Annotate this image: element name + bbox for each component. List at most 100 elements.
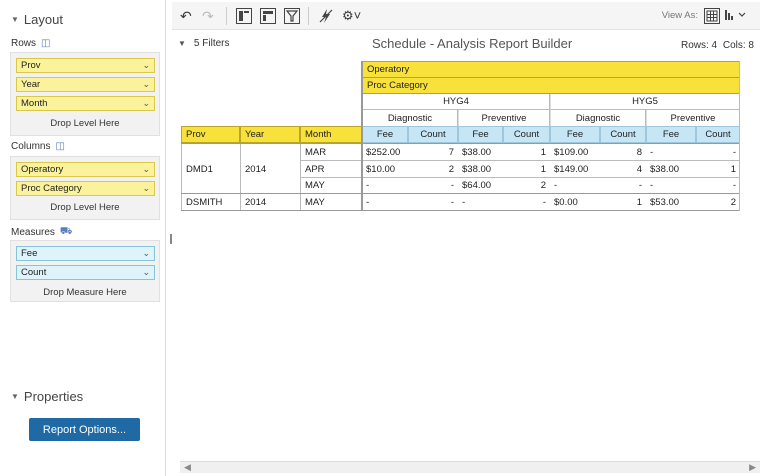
measures-drop-zone[interactable]: Fee ⌄ Count ⌄ Drop Measure Here <box>10 240 160 302</box>
value-cell[interactable]: - <box>646 177 696 193</box>
filter-icon[interactable] <box>284 8 300 24</box>
panel-splitter-handle[interactable] <box>170 234 172 244</box>
measure-header-count[interactable]: Count <box>696 126 740 143</box>
category-hyg4-preventive[interactable]: Preventive <box>458 110 550 126</box>
scroll-left-icon[interactable]: ◀ <box>184 462 191 473</box>
value-cell[interactable]: $53.00 <box>646 194 696 210</box>
measure-header-count[interactable]: Count <box>503 126 550 143</box>
collapse-triangle-icon[interactable]: ▼ <box>178 39 186 48</box>
filters-count: 5 Filters <box>193 38 230 49</box>
column-chip-operatory[interactable]: Operatory ⌄ <box>16 162 155 177</box>
column-chip-proc-category[interactable]: Proc Category ⌄ <box>16 181 155 196</box>
value-cell[interactable]: 1 <box>696 161 740 177</box>
chevron-down-icon[interactable]: ⌄ <box>142 79 150 90</box>
table-panel-icon[interactable] <box>260 8 276 24</box>
measure-header-fee[interactable]: Fee <box>646 126 696 143</box>
rows-drop-zone[interactable]: Prov ⌄ Year ⌄ Month ⌄ Drop Level Here <box>10 52 160 136</box>
chevron-down-icon[interactable]: ⌄ <box>142 98 150 109</box>
chevron-down-icon[interactable]: ⌄ <box>142 267 150 278</box>
col-dim-operatory-header[interactable]: Operatory <box>362 61 740 78</box>
measure-chip-fee[interactable]: Fee ⌄ <box>16 246 155 261</box>
row-year-2014[interactable]: 2014 <box>240 194 300 210</box>
value-cell[interactable]: - <box>696 177 740 193</box>
value-cell[interactable]: - <box>362 177 408 193</box>
measure-header-count[interactable]: Count <box>600 126 646 143</box>
row-month[interactable]: APR <box>300 161 362 177</box>
horizontal-scrollbar[interactable]: ◀ ▶ <box>180 461 760 473</box>
measure-header-fee[interactable]: Fee <box>458 126 503 143</box>
category-hyg5-preventive[interactable]: Preventive <box>646 110 740 126</box>
lightning-off-icon[interactable] <box>318 8 334 27</box>
row-chip-month[interactable]: Month ⌄ <box>16 96 155 111</box>
layout-panel-icon[interactable] <box>236 8 252 24</box>
row-header-prov[interactable]: Prov <box>181 126 240 143</box>
redo-icon[interactable]: ↷ <box>202 8 214 24</box>
value-cell[interactable]: $109.00 <box>550 144 600 160</box>
row-month[interactable]: MAY <box>300 194 362 210</box>
undo-icon[interactable]: ↶ <box>180 8 192 24</box>
value-cell[interactable]: - <box>696 144 740 160</box>
chevron-down-icon[interactable]: ⌄ <box>142 248 150 259</box>
value-cell[interactable]: $10.00 <box>362 161 408 177</box>
value-cell[interactable]: $38.00 <box>458 144 503 160</box>
row-prov-dsmith[interactable]: DSMITH <box>181 194 240 210</box>
operatory-hyg5[interactable]: HYG5 <box>550 94 740 110</box>
row-month[interactable]: MAR <box>300 144 362 160</box>
value-cell[interactable]: - <box>600 177 646 193</box>
row-prov-dmd1[interactable]: DMD1 <box>181 144 240 194</box>
chevron-down-icon[interactable]: ⌄ <box>142 60 150 71</box>
value-cell[interactable]: 2 <box>503 177 550 193</box>
filters-toggle[interactable]: ▼ 5 Filters <box>178 38 229 49</box>
properties-section-header[interactable]: ▼ Properties <box>11 389 83 404</box>
layout-section-header[interactable]: ▼ Layout <box>11 12 63 27</box>
collapse-triangle-icon[interactable]: ▼ <box>11 15 19 24</box>
operatory-hyg4[interactable]: HYG4 <box>362 94 550 110</box>
row-year-2014[interactable]: 2014 <box>240 144 300 194</box>
chip-label: Prov <box>21 60 41 71</box>
value-cell[interactable]: $149.00 <box>550 161 600 177</box>
chevron-down-icon[interactable]: ⌄ <box>142 164 150 175</box>
row-chip-prov[interactable]: Prov ⌄ <box>16 58 155 73</box>
value-cell[interactable]: 1 <box>600 194 646 210</box>
report-options-button[interactable]: Report Options... <box>29 418 140 441</box>
category-hyg5-diagnostic[interactable]: Diagnostic <box>550 110 646 126</box>
row-month[interactable]: MAY <box>300 177 362 193</box>
columns-drop-zone[interactable]: Operatory ⌄ Proc Category ⌄ Drop Level H… <box>10 156 160 220</box>
row-chip-year[interactable]: Year ⌄ <box>16 77 155 92</box>
row-header-year[interactable]: Year <box>240 126 300 143</box>
value-cell[interactable]: $38.00 <box>646 161 696 177</box>
value-cell[interactable]: 1 <box>503 144 550 160</box>
cols-count: Cols: 8 <box>722 40 754 51</box>
value-cell[interactable]: $252.00 <box>362 144 408 160</box>
col-dim-proc-category-header[interactable]: Proc Category <box>362 77 740 94</box>
scroll-right-icon[interactable]: ▶ <box>749 462 756 473</box>
measure-header-fee[interactable]: Fee <box>362 126 408 143</box>
category-hyg4-diagnostic[interactable]: Diagnostic <box>362 110 458 126</box>
chip-label: Count <box>21 267 47 278</box>
measure-header-fee[interactable]: Fee <box>550 126 600 143</box>
value-cell[interactable]: 2 <box>408 161 458 177</box>
value-cell[interactable]: - <box>362 194 408 210</box>
value-cell[interactable]: - <box>646 144 696 160</box>
value-cell[interactable]: 8 <box>600 144 646 160</box>
value-cell[interactable]: 1 <box>503 161 550 177</box>
value-cell[interactable]: $38.00 <box>458 161 503 177</box>
value-cell[interactable]: $0.00 <box>550 194 600 210</box>
value-cell[interactable]: 2 <box>696 194 740 210</box>
value-cell[interactable]: - <box>458 194 503 210</box>
chevron-down-icon[interactable]: ⌄ <box>142 183 150 194</box>
settings-icon[interactable]: ⚙˅ <box>342 8 361 24</box>
value-cell[interactable]: 4 <box>600 161 646 177</box>
grid-view-icon[interactable] <box>704 8 720 24</box>
value-cell[interactable]: - <box>408 194 458 210</box>
value-cell[interactable]: - <box>550 177 600 193</box>
measure-chip-count[interactable]: Count ⌄ <box>16 265 155 280</box>
chart-view-icon[interactable] <box>724 8 748 25</box>
measure-header-count[interactable]: Count <box>408 126 458 143</box>
row-header-month[interactable]: Month <box>300 126 362 143</box>
value-cell[interactable]: $64.00 <box>458 177 503 193</box>
collapse-triangle-icon[interactable]: ▼ <box>11 392 19 401</box>
value-cell[interactable]: 7 <box>408 144 458 160</box>
value-cell[interactable]: - <box>408 177 458 193</box>
value-cell[interactable]: - <box>503 194 550 210</box>
